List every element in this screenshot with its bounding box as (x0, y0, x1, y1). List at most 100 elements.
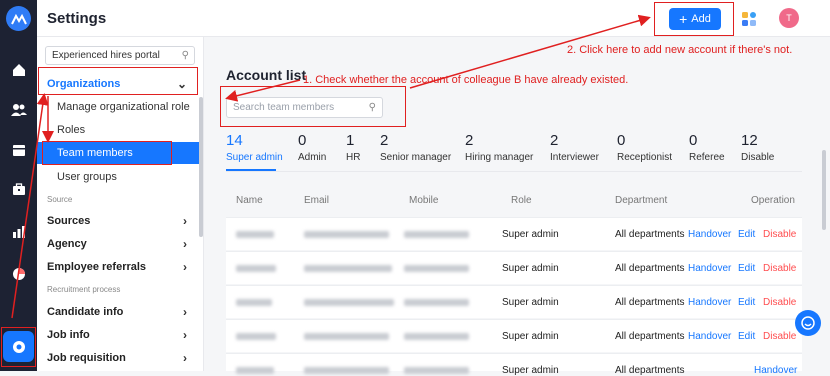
portal-search-value: Experienced hires portal (52, 50, 160, 61)
stat-label: Hiring manager (465, 152, 534, 163)
stat-label: Admin (298, 152, 327, 163)
sidebar-scrollbar[interactable] (199, 97, 203, 237)
main-scrollbar[interactable] (822, 150, 826, 230)
sidebar-item-job-requisition[interactable]: Job requisition › (37, 347, 199, 369)
stat-count: 2 (380, 132, 389, 149)
disable-link[interactable]: Disable (763, 263, 796, 274)
column-header: Department (615, 195, 668, 206)
stat-receptionist[interactable]: 0 Receptionist (617, 132, 672, 163)
table-row[interactable]: Super admin All departments Handover Edi… (226, 217, 802, 250)
edit-link[interactable]: Edit (738, 263, 755, 274)
annotation-step2: 2. Click here to add new account if ther… (567, 44, 793, 56)
stat-interviewer[interactable]: 2 Interviewer (550, 132, 599, 163)
sidebar-item-job-info[interactable]: Job info › (37, 324, 199, 346)
sidebar-item-manage-org-role[interactable]: Manage organizational role (37, 96, 199, 118)
handover-link[interactable]: Handover (688, 297, 731, 308)
sidebar-item-agency[interactable]: Agency › (37, 233, 199, 255)
avatar[interactable]: T (779, 8, 799, 28)
sidebar-group-source: Source (47, 195, 73, 204)
chevron-right-icon: › (183, 351, 187, 365)
stat-label: Disable (741, 152, 775, 163)
chevron-right-icon: › (183, 305, 187, 319)
stat-referee[interactable]: 0 Referee (689, 132, 725, 163)
disable-link[interactable]: Disable (763, 331, 796, 342)
stat-count: 2 (465, 132, 474, 149)
stat-senior-manager[interactable]: 2 Senior manager (380, 132, 451, 163)
table-row[interactable]: Super admin All departments Handover Edi… (226, 251, 802, 284)
sidebar-item-label: Job info (47, 329, 90, 341)
search-icon: ⚲ (181, 50, 189, 61)
row-department: All departments (615, 297, 685, 308)
sidebar-item-candidate-info[interactable]: Candidate info › (37, 301, 199, 323)
account-list-title: Account list (226, 67, 307, 83)
edit-link[interactable]: Edit (738, 331, 755, 342)
calendar-icon[interactable] (9, 140, 28, 159)
analytics-icon[interactable] (9, 222, 28, 241)
home-icon[interactable] (9, 60, 28, 79)
blurred-mobile (404, 231, 469, 238)
blurred-email (304, 333, 389, 340)
annotation-step1: 1. Check whether the account of colleagu… (303, 74, 629, 86)
highlight-search (220, 86, 406, 127)
sidebar-item-sources[interactable]: Sources › (37, 210, 199, 232)
sidebar-item-employee-referrals[interactable]: Employee referrals › (37, 256, 199, 278)
stat-label: HR (346, 152, 361, 163)
disable-link[interactable]: Disable (763, 229, 796, 240)
stat-disable[interactable]: 12 Disable (741, 132, 774, 163)
active-stat-underline (226, 169, 276, 171)
table-row[interactable]: Super admin All departments Handover (226, 353, 802, 376)
people-icon[interactable] (9, 100, 28, 119)
highlight-organizations (38, 67, 198, 95)
stat-hiring-manager[interactable]: 2 Hiring manager (465, 132, 533, 163)
handover-link[interactable]: Handover (688, 331, 731, 342)
stat-label: Senior manager (380, 152, 452, 163)
column-header: Role (511, 195, 532, 206)
stat-label: Super admin (226, 152, 283, 163)
handover-link[interactable]: Handover (688, 263, 731, 274)
blurred-email (304, 265, 392, 272)
blurred-email (304, 299, 394, 306)
edit-link[interactable]: Edit (738, 229, 755, 240)
edit-link[interactable]: Edit (738, 297, 755, 308)
stat-count: 0 (298, 132, 307, 149)
briefcase-icon[interactable] (9, 180, 28, 199)
stat-count: 12 (741, 132, 758, 149)
chevron-right-icon: › (183, 237, 187, 251)
stat-count: 14 (226, 132, 243, 149)
portal-search-input[interactable]: Experienced hires portal ⚲ (45, 46, 195, 65)
chevron-right-icon: › (183, 328, 187, 342)
stat-count: 2 (550, 132, 559, 149)
blurred-name (236, 231, 274, 238)
column-header: Name (236, 195, 263, 206)
chat-support-icon[interactable] (795, 310, 821, 336)
sidebar-item-label: Employee referrals (47, 261, 147, 273)
stat-hr[interactable]: 1 HR (346, 132, 360, 163)
row-role: Super admin (502, 297, 559, 308)
stat-count: 1 (346, 132, 355, 149)
blurred-mobile (404, 333, 469, 340)
stat-label: Interviewer (550, 152, 599, 163)
handover-link[interactable]: Handover (688, 229, 731, 240)
stat-admin[interactable]: 0 Admin (298, 132, 326, 163)
stat-count: 0 (689, 132, 698, 149)
highlight-team-members (42, 141, 172, 165)
sidebar-item-label: User groups (57, 171, 117, 183)
pie-chart-icon[interactable] (9, 264, 28, 283)
table-header: Name Email Mobile Role Department Operat… (226, 187, 802, 215)
disable-link[interactable]: Disable (763, 297, 796, 308)
highlight-add-button (654, 2, 734, 36)
column-header: Mobile (409, 195, 439, 206)
row-department: All departments (615, 263, 685, 274)
table-row[interactable]: Super admin All departments Handover Edi… (226, 319, 802, 352)
highlight-settings (1, 327, 36, 367)
row-role: Super admin (502, 331, 559, 342)
stat-super-admin[interactable]: 14 Super admin (226, 132, 283, 163)
table-row[interactable]: Super admin All departments Handover Edi… (226, 285, 802, 318)
apps-grid-icon[interactable] (741, 11, 757, 27)
chevron-right-icon: › (183, 260, 187, 274)
sidebar-item-roles[interactable]: Roles (37, 119, 199, 141)
sidebar-item-user-groups[interactable]: User groups (37, 166, 199, 188)
app-logo-icon[interactable] (6, 6, 31, 31)
blurred-mobile (404, 265, 469, 272)
sidebar-group-recruitment-process: Recruitment process (47, 285, 121, 294)
